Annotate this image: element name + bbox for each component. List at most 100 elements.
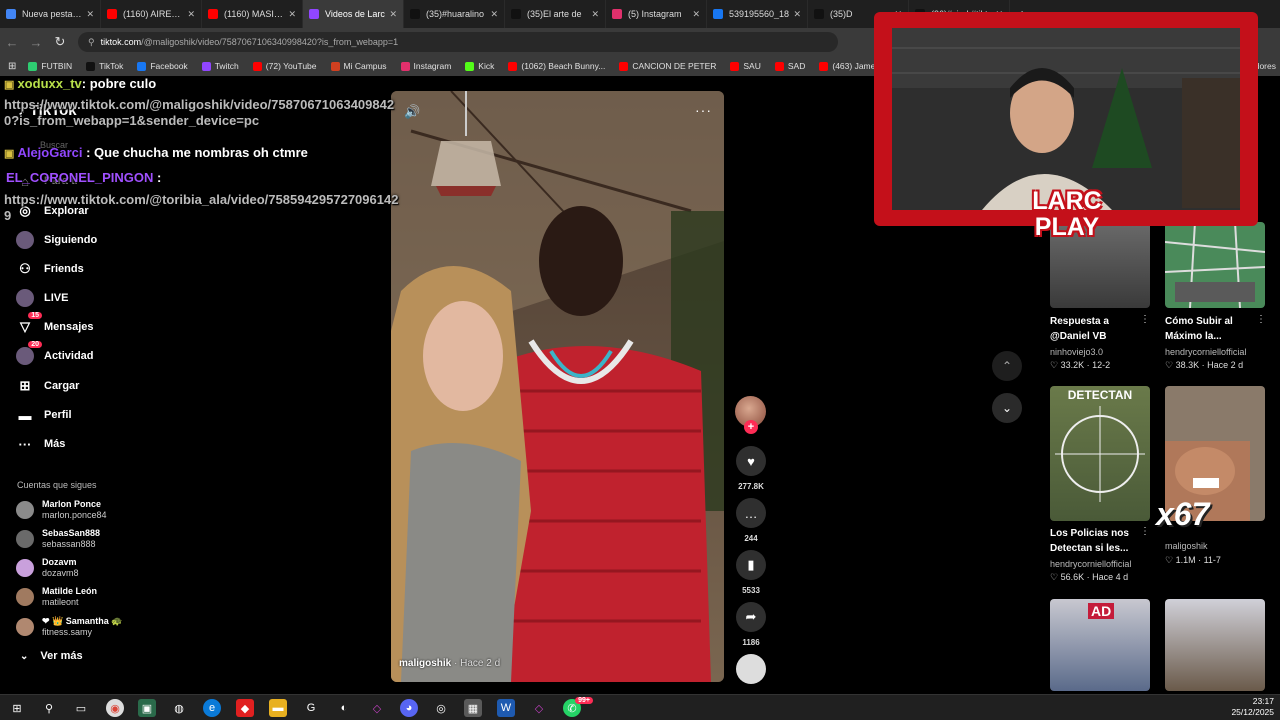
video-player[interactable] [391, 91, 724, 682]
bookmark-icon[interactable]: ▮ [736, 550, 766, 580]
browser-tab[interactable]: (35)#huaralino ✕ [404, 0, 505, 28]
windows-start-icon[interactable]: ⊞ [8, 699, 26, 717]
bookmark-item[interactable]: SAD [774, 61, 805, 71]
sidebar-item-actividad[interactable]: ●20Actividad [16, 341, 94, 367]
browser-tab[interactable]: 539195560_18 ✕ [707, 0, 808, 28]
share-action[interactable]: ➦ 1186 [735, 602, 767, 647]
following-account[interactable]: Matilde León matileont [16, 584, 97, 610]
bookmark-item[interactable]: Facebook [137, 61, 188, 71]
suggestion-user[interactable]: maligoshik [1165, 541, 1208, 551]
app2-icon[interactable]: ◐ [335, 699, 353, 717]
suggestion-title[interactable]: Los Policias nos Detectan si les... [1050, 526, 1145, 556]
bookmark-item[interactable]: SAU [730, 61, 761, 71]
close-tab-icon[interactable]: ✕ [793, 9, 801, 20]
suggestion-thumb[interactable] [1165, 599, 1265, 691]
site-info-icon[interactable]: ⚲ [88, 37, 95, 48]
close-tab-icon[interactable]: ✕ [591, 9, 599, 20]
volume-icon[interactable]: 🔊 [404, 104, 420, 120]
browser-tab[interactable]: (1160) AIRES D ✕ [101, 0, 202, 28]
app5-icon[interactable]: ◇ [530, 699, 548, 717]
app4-icon[interactable]: ◎ [432, 699, 450, 717]
bookmark-item[interactable]: Twitch [201, 61, 239, 71]
close-tab-icon[interactable]: ✕ [187, 9, 195, 20]
close-tab-icon[interactable]: ✕ [288, 9, 296, 20]
share-icon[interactable]: ➦ [736, 602, 766, 632]
sidebar-item-ms[interactable]: ··· Más [16, 433, 66, 455]
close-tab-icon[interactable]: ✕ [86, 9, 94, 20]
suggestion-user[interactable]: hendrycorniellofficial [1050, 559, 1131, 569]
apps-icon[interactable]: ⊞ [8, 61, 16, 72]
sidebar-item-siguiendo[interactable]: ● Siguiendo [16, 229, 97, 251]
see-more-button[interactable]: ⌄ Ver más [20, 650, 83, 662]
capture-icon[interactable]: ◆ [236, 699, 254, 717]
follow-button[interactable]: + [744, 420, 758, 434]
card-more-icon[interactable]: ⋮ [1140, 314, 1150, 325]
card-more-icon[interactable]: ⋮ [1256, 314, 1266, 325]
video-caption[interactable]: maligoshik · Hace 2 d [399, 658, 500, 669]
following-account[interactable]: Marlon Ponce marlon.ponce84 [16, 497, 107, 523]
sidebar-item-perfil[interactable]: ▬ Perfil [16, 404, 72, 426]
search-icon[interactable]: ⚲ [40, 699, 58, 717]
discord-icon[interactable]: ◕ [400, 699, 418, 717]
bookmark-item[interactable]: FUTBIN [28, 61, 72, 71]
card-more-icon[interactable]: ⋮ [1140, 526, 1150, 537]
heart-icon[interactable]: ♥ [736, 446, 766, 476]
browser-tab[interactable]: (5) Instagram ✕ [606, 0, 707, 28]
bookmark-item[interactable]: Kick [465, 61, 494, 71]
bookmark-item[interactable]: CANCION DE PETER [619, 61, 716, 71]
system-clock[interactable]: 23:17 25/12/2025 [1230, 696, 1274, 718]
task-view-icon[interactable]: ▭ [72, 699, 90, 717]
whatsapp-badge: 99+ [575, 697, 593, 704]
next-video-button[interactable]: ⌄ [992, 393, 1022, 423]
suggestion-title[interactable]: Cómo Subir al Máximo la... [1165, 314, 1260, 344]
whatsapp-icon[interactable]: ✆ 99+ [563, 697, 593, 717]
following-account[interactable]: Dozavm dozavm8 [16, 555, 79, 581]
sidebar-item-live[interactable]: ● LIVE [16, 287, 68, 309]
browser-tab[interactable]: (1160) MASIEL ✕ [202, 0, 303, 28]
app3-icon[interactable]: ◇ [368, 699, 386, 717]
word-icon[interactable]: W [497, 699, 515, 717]
edge-icon[interactable]: e [203, 699, 221, 717]
sidebar-item-friends[interactable]: ⚇ Friends [16, 258, 84, 280]
close-tab-icon[interactable]: ✕ [490, 9, 498, 20]
app-icon[interactable]: G [302, 699, 320, 717]
store-icon[interactable]: ▣ [138, 699, 156, 717]
account-handle: sebassan888 [42, 539, 96, 549]
bookmark-item[interactable]: Mi Campus [330, 61, 387, 71]
suggestion-thumb[interactable] [1165, 222, 1265, 308]
folder-icon[interactable]: ▬ [269, 699, 287, 717]
suggestion-user[interactable]: hendrycorniellofficial [1165, 347, 1246, 357]
comment-action[interactable]: … 244 [735, 498, 767, 543]
save-action[interactable]: ▮ 5533 [735, 550, 767, 595]
bookmark-item[interactable]: TikTok [86, 61, 123, 71]
url-field[interactable]: ⚲ tiktok.com/@maligoshik/video/758706710… [78, 32, 838, 52]
following-account[interactable]: ❤ 👑 Samantha 🐢 fitness.samy [16, 614, 122, 640]
close-tab-icon[interactable]: ✕ [389, 9, 397, 20]
gamepad-icon[interactable]: ◍ [170, 699, 188, 717]
video-author[interactable]: maligoshik [399, 658, 451, 669]
browser-tab[interactable]: (35)El arte de ✕ [505, 0, 606, 28]
browser-tab[interactable]: Nueva pestaña ✕ [0, 0, 101, 28]
sidebar-item-mensajes[interactable]: ▽ 15 Mensajes [16, 312, 94, 338]
following-account[interactable]: SebasSan888 sebassan888 [16, 526, 100, 552]
bookmark-item[interactable]: (72) YouTube [252, 61, 317, 71]
forward-icon[interactable]: → [24, 35, 48, 50]
bookmark-item[interactable]: Instagram [400, 61, 451, 71]
reload-icon[interactable]: ↻ [48, 34, 72, 50]
comment-icon[interactable]: … [736, 498, 766, 528]
browser-tab[interactable]: Videos de Larc ✕ [303, 0, 404, 28]
suggestion-user[interactable]: ninhoviejo3.0 [1050, 347, 1103, 357]
sidebar-item-cargar[interactable]: ⊞ Cargar [16, 375, 80, 397]
calculator-icon[interactable]: ▦ [464, 699, 482, 717]
suggestion-title[interactable]: Respuesta a @Daniel VB [1050, 314, 1145, 344]
bookmark-item[interactable]: (1062) Beach Bunny... [508, 61, 605, 71]
like-action[interactable]: ♥ 277.8K [735, 446, 767, 491]
music-disc[interactable] [736, 654, 766, 684]
chrome-icon[interactable]: ◉ [106, 699, 124, 717]
tab-label: (5) Instagram [628, 9, 682, 19]
close-tab-icon[interactable]: ✕ [692, 9, 700, 20]
video-more-icon[interactable]: ··· [695, 102, 712, 118]
previous-video-button[interactable]: ⌃ [992, 351, 1022, 381]
back-icon[interactable]: ← [0, 35, 24, 50]
suggestion-thumb[interactable] [1050, 386, 1150, 521]
